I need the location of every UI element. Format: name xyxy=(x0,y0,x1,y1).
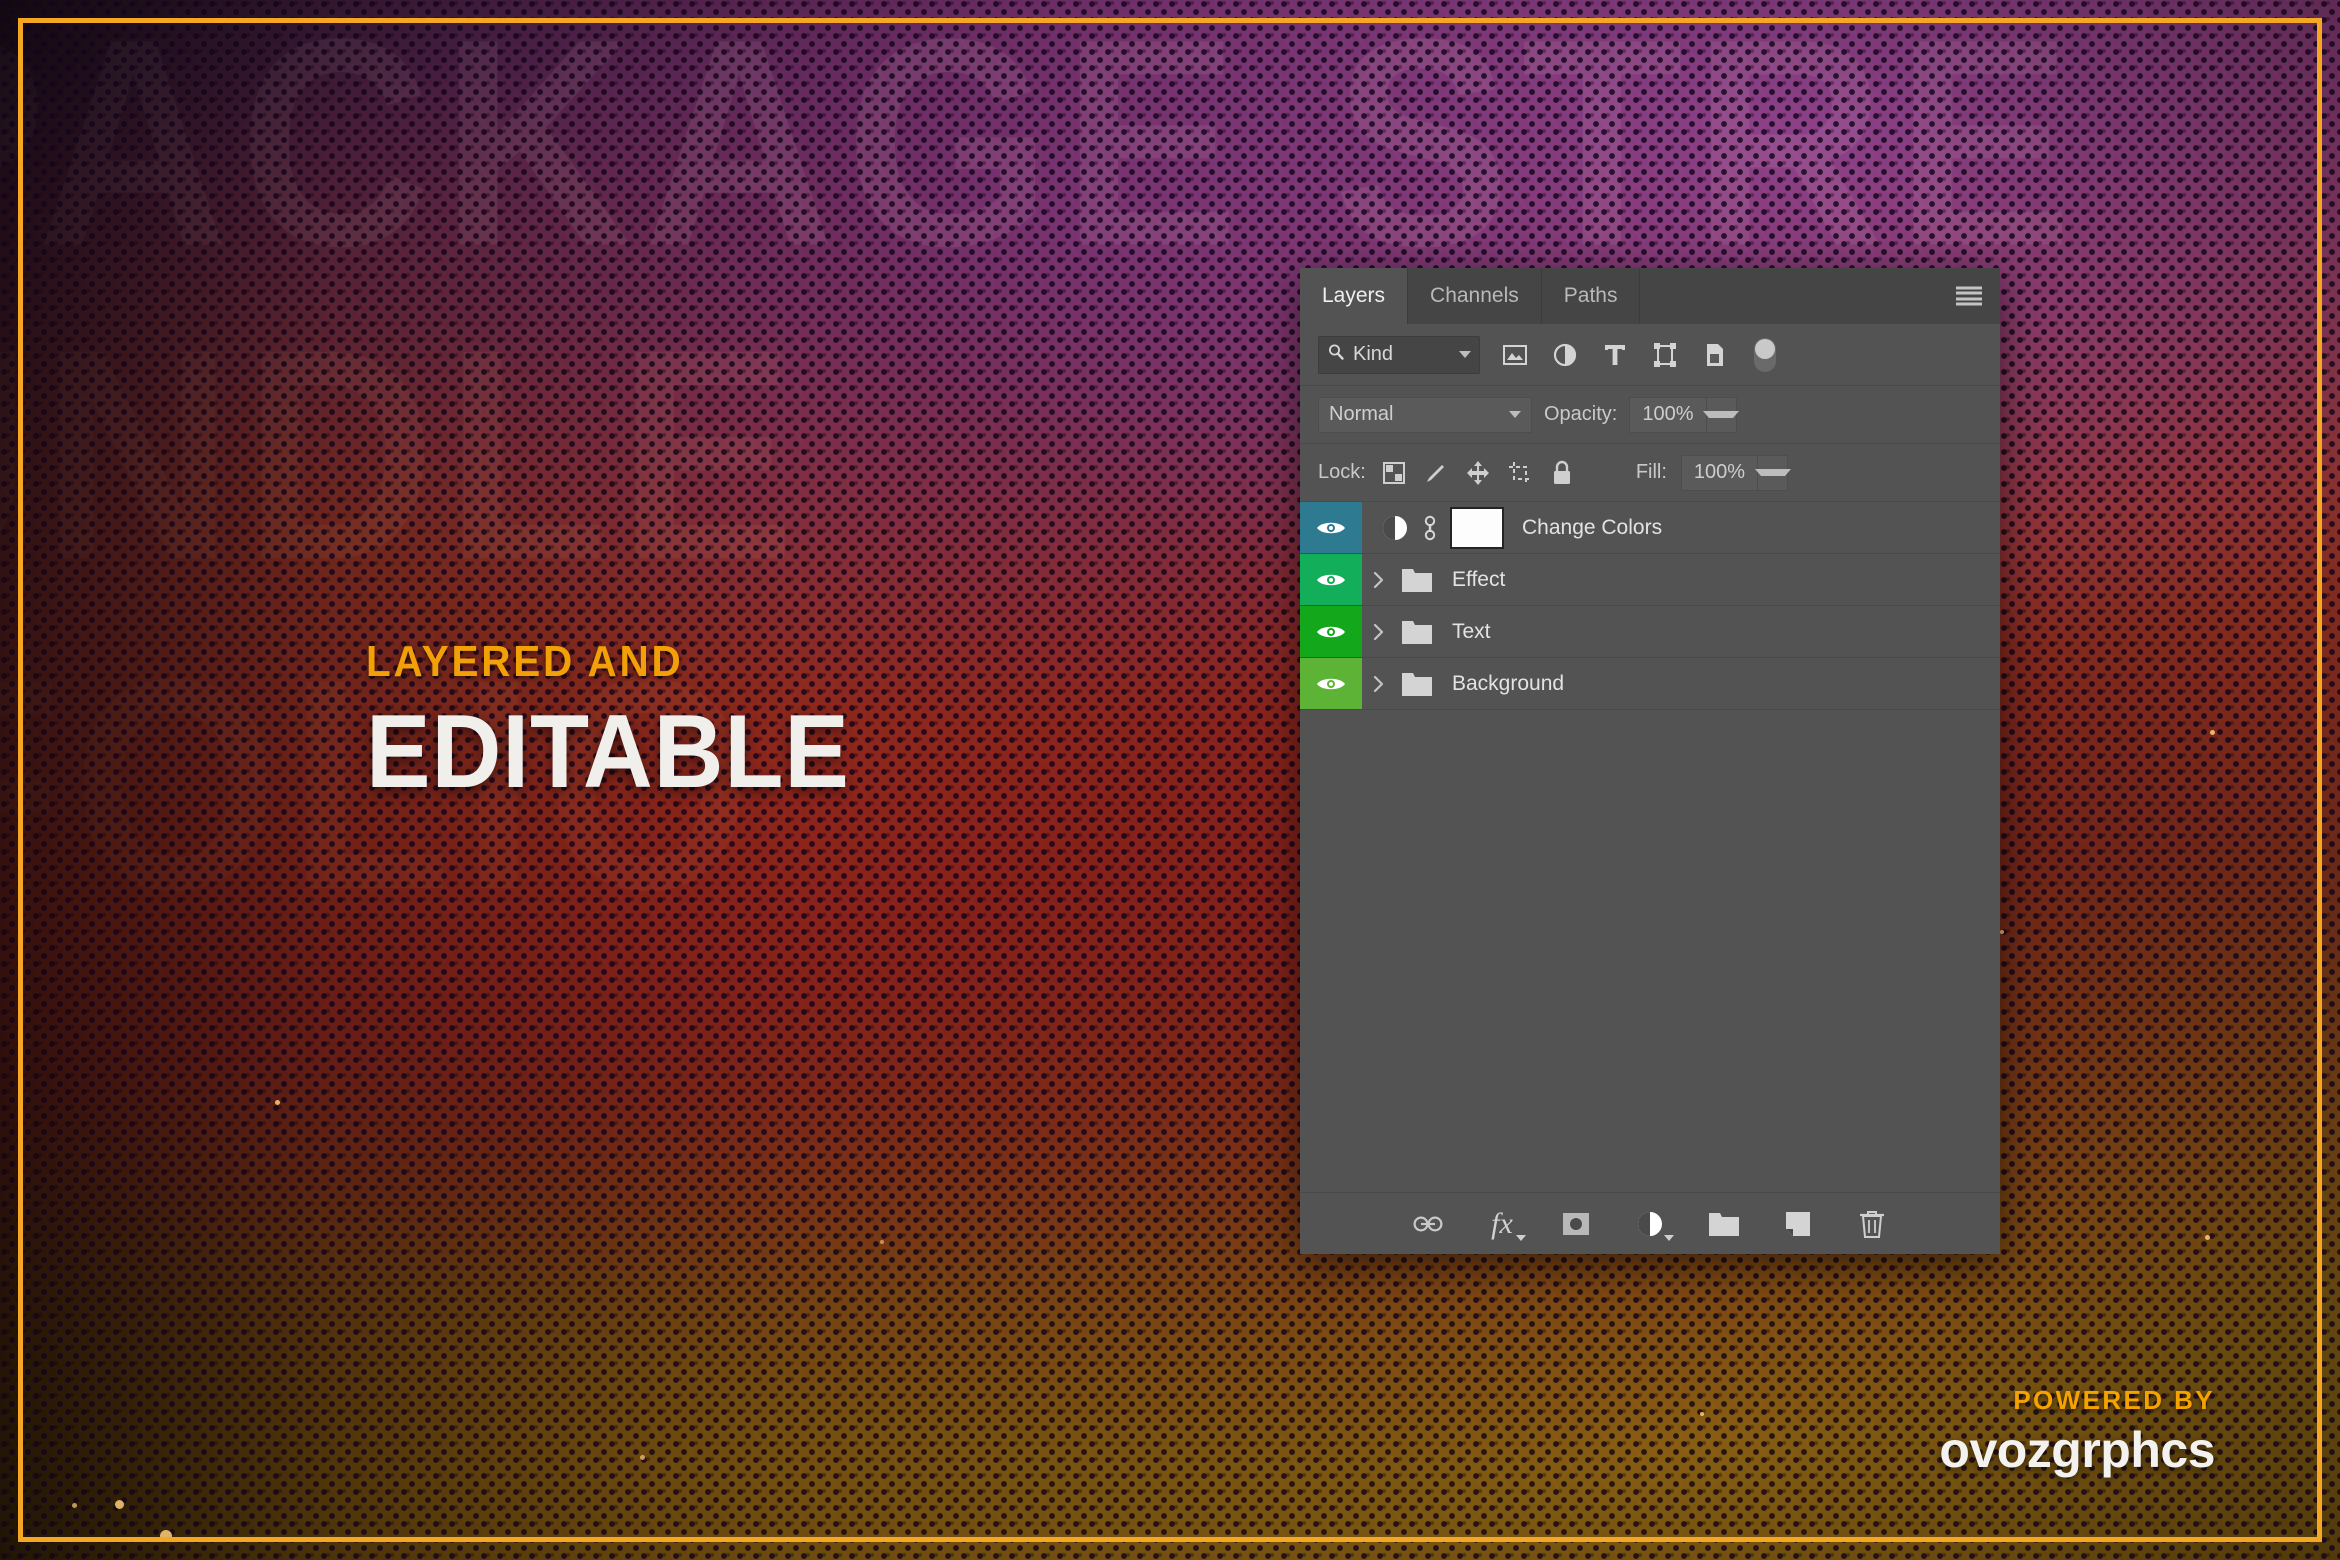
speck xyxy=(2000,930,2004,934)
new-group-icon[interactable] xyxy=(1707,1207,1741,1241)
pixel-layer-filter-icon[interactable] xyxy=(1500,340,1530,370)
group-expand-arrow[interactable] xyxy=(1362,570,1396,590)
speck xyxy=(72,1503,77,1508)
chevron-down-icon xyxy=(1755,469,1791,476)
hamburger-menu-icon[interactable] xyxy=(1956,287,1982,306)
brand-name: ovozgrphcs xyxy=(1939,1425,2215,1475)
opacity-stepper[interactable] xyxy=(1706,398,1736,432)
tab-bar-filler xyxy=(1640,268,2000,324)
link-mask-icon[interactable] xyxy=(1420,513,1440,543)
lock-row: Lock: xyxy=(1300,444,2000,502)
chevron-down-icon xyxy=(1664,1235,1674,1241)
layers-panel: Layers Channels Paths Kind xyxy=(1300,268,2000,1254)
lock-position-icon[interactable] xyxy=(1464,459,1492,487)
layer-visibility-toggle[interactable] xyxy=(1300,658,1362,709)
brand-block: POWERED BY ovozgrphcs xyxy=(1939,1387,2215,1475)
lock-label: Lock: xyxy=(1318,461,1366,484)
layer-visibility-toggle[interactable] xyxy=(1300,554,1362,605)
layer-name: Text xyxy=(1434,620,1491,644)
opacity-field[interactable]: 100% xyxy=(1629,397,1736,433)
group-expand-arrow[interactable] xyxy=(1362,622,1396,642)
chevron-right-icon xyxy=(1372,674,1386,694)
link-layers-icon[interactable] xyxy=(1411,1207,1445,1241)
new-layer-icon[interactable] xyxy=(1781,1207,1815,1241)
speck xyxy=(640,1455,645,1460)
lock-artboard-nesting-icon[interactable] xyxy=(1506,459,1534,487)
delete-layer-icon[interactable] xyxy=(1855,1207,1889,1241)
tab-layers-label: Layers xyxy=(1322,284,1385,308)
panel-tab-bar: Layers Channels Paths xyxy=(1300,268,2000,324)
table-row[interactable]: Change Colors xyxy=(1300,502,2000,554)
tab-channels[interactable]: Channels xyxy=(1408,268,1542,324)
blend-mode-row: Normal Opacity: 100% xyxy=(1300,386,2000,444)
filter-kind-select[interactable]: Kind xyxy=(1318,336,1480,374)
chevron-right-icon xyxy=(1372,622,1386,642)
speck xyxy=(275,1100,280,1105)
add-layer-mask-icon[interactable] xyxy=(1559,1207,1593,1241)
group-expand-arrow[interactable] xyxy=(1362,674,1396,694)
lock-transparent-pixels-icon[interactable] xyxy=(1380,459,1408,487)
speck xyxy=(115,1500,124,1509)
adjustment-layer-icon xyxy=(1380,513,1410,543)
chevron-down-icon xyxy=(1509,411,1521,418)
chevron-right-icon xyxy=(1372,570,1386,590)
table-row[interactable]: Effect xyxy=(1300,554,2000,606)
tab-paths[interactable]: Paths xyxy=(1542,268,1641,324)
type-layer-filter-icon[interactable] xyxy=(1600,340,1630,370)
layer-list: Change Colors Ef xyxy=(1300,502,2000,1192)
filter-kind-label: Kind xyxy=(1353,343,1451,366)
fill-stepper[interactable] xyxy=(1757,456,1787,490)
folder-icon xyxy=(1400,618,1434,646)
opacity-value: 100% xyxy=(1630,403,1705,426)
layers-panel-footer: fx xyxy=(1300,1192,2000,1254)
chevron-down-icon xyxy=(1516,1235,1526,1241)
tab-channels-label: Channels xyxy=(1430,284,1519,308)
layer-name: Effect xyxy=(1434,568,1505,592)
layer-visibility-toggle[interactable] xyxy=(1300,606,1362,657)
search-icon xyxy=(1327,343,1345,367)
headline-main: EDITABLE xyxy=(366,700,850,804)
table-row[interactable]: Text xyxy=(1300,606,2000,658)
powered-by-label: POWERED BY xyxy=(1939,1387,2215,1413)
layer-name: Change Colors xyxy=(1504,516,1662,540)
eye-icon xyxy=(1316,519,1346,537)
lock-all-icon[interactable] xyxy=(1548,459,1576,487)
layer-filter-row: Kind xyxy=(1300,324,2000,386)
lock-image-pixels-icon[interactable] xyxy=(1422,459,1450,487)
folder-icon xyxy=(1400,566,1434,594)
tab-layers[interactable]: Layers xyxy=(1300,268,1408,324)
layer-mask-thumbnail[interactable] xyxy=(1450,507,1504,549)
layer-style-fx-icon[interactable]: fx xyxy=(1485,1207,1519,1241)
chevron-down-icon xyxy=(1703,411,1739,418)
filter-enable-toggle[interactable] xyxy=(1754,338,1776,372)
table-row[interactable]: Background xyxy=(1300,658,2000,710)
smart-object-filter-icon[interactable] xyxy=(1700,340,1730,370)
blend-mode-label: Normal xyxy=(1329,403,1509,426)
speck xyxy=(1700,1412,1704,1416)
adjustment-layer-filter-icon[interactable] xyxy=(1550,340,1580,370)
speck xyxy=(2210,730,2215,735)
headline-kicker: LAYERED AND xyxy=(366,640,845,684)
blend-mode-select[interactable]: Normal xyxy=(1318,397,1532,433)
opacity-label: Opacity: xyxy=(1544,403,1617,426)
new-adjustment-layer-icon[interactable] xyxy=(1633,1207,1667,1241)
speck xyxy=(880,1240,884,1244)
eye-icon xyxy=(1316,675,1346,693)
speck xyxy=(2205,1235,2210,1240)
fill-value: 100% xyxy=(1682,461,1757,484)
folder-icon xyxy=(1400,670,1434,698)
shape-layer-filter-icon[interactable] xyxy=(1650,340,1680,370)
speck xyxy=(160,1530,172,1542)
eye-icon xyxy=(1316,623,1346,641)
fill-field[interactable]: 100% xyxy=(1681,455,1788,491)
layer-visibility-toggle[interactable] xyxy=(1300,502,1362,553)
fill-label: Fill: xyxy=(1636,461,1667,484)
chevron-down-icon xyxy=(1459,351,1471,358)
layer-name: Background xyxy=(1434,672,1564,696)
eye-icon xyxy=(1316,571,1346,589)
headline-block: LAYERED AND EDITABLE xyxy=(366,640,886,804)
tab-paths-label: Paths xyxy=(1564,284,1618,308)
